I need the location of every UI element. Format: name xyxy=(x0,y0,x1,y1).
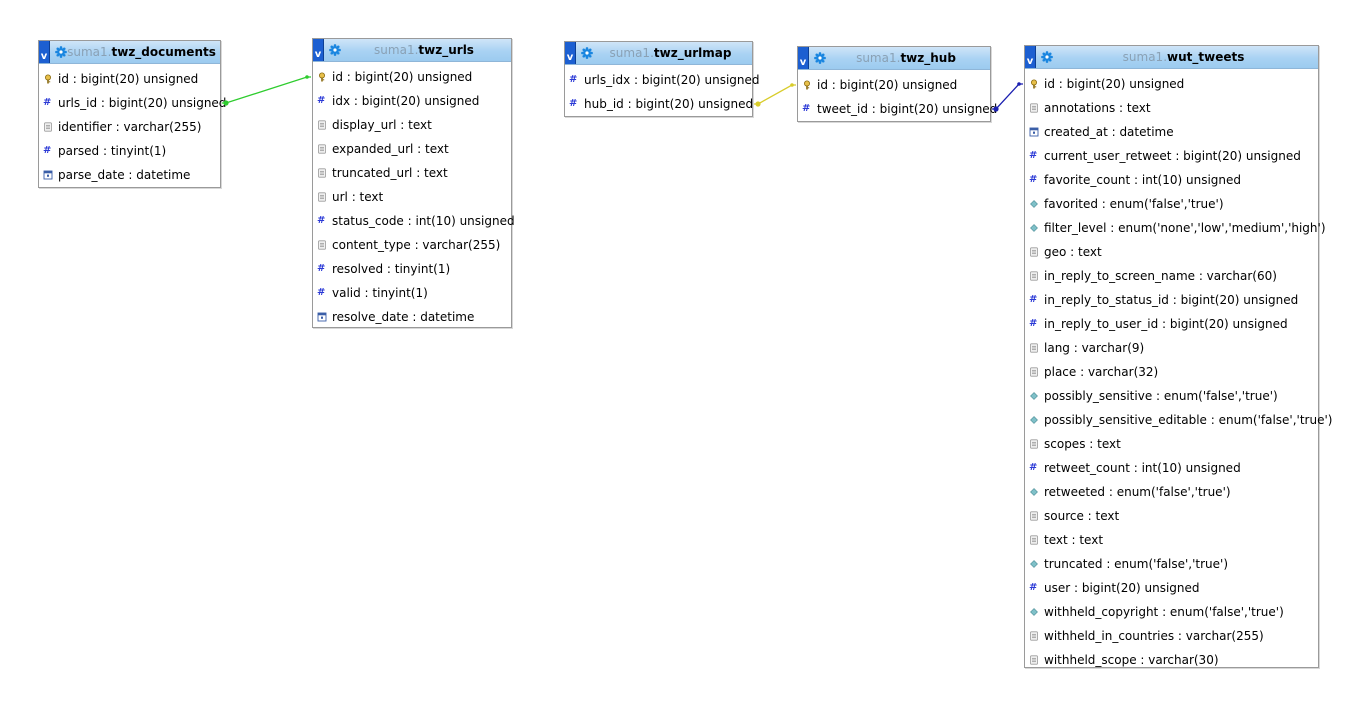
relation-endpoint xyxy=(223,100,229,106)
relation-line-twz_urlmap-twz_hub xyxy=(754,83,796,107)
relation-endpoint xyxy=(790,83,794,87)
relation-line-twz_hub-wut_tweets xyxy=(992,82,1023,112)
relation-endpoint xyxy=(305,75,309,79)
relation-endpoint xyxy=(993,106,999,112)
relation-lines xyxy=(222,75,1023,112)
relation-line-twz_documents-twz_urls xyxy=(222,75,311,106)
relation-endpoint xyxy=(755,101,761,107)
relation-endpoint xyxy=(1017,82,1021,86)
